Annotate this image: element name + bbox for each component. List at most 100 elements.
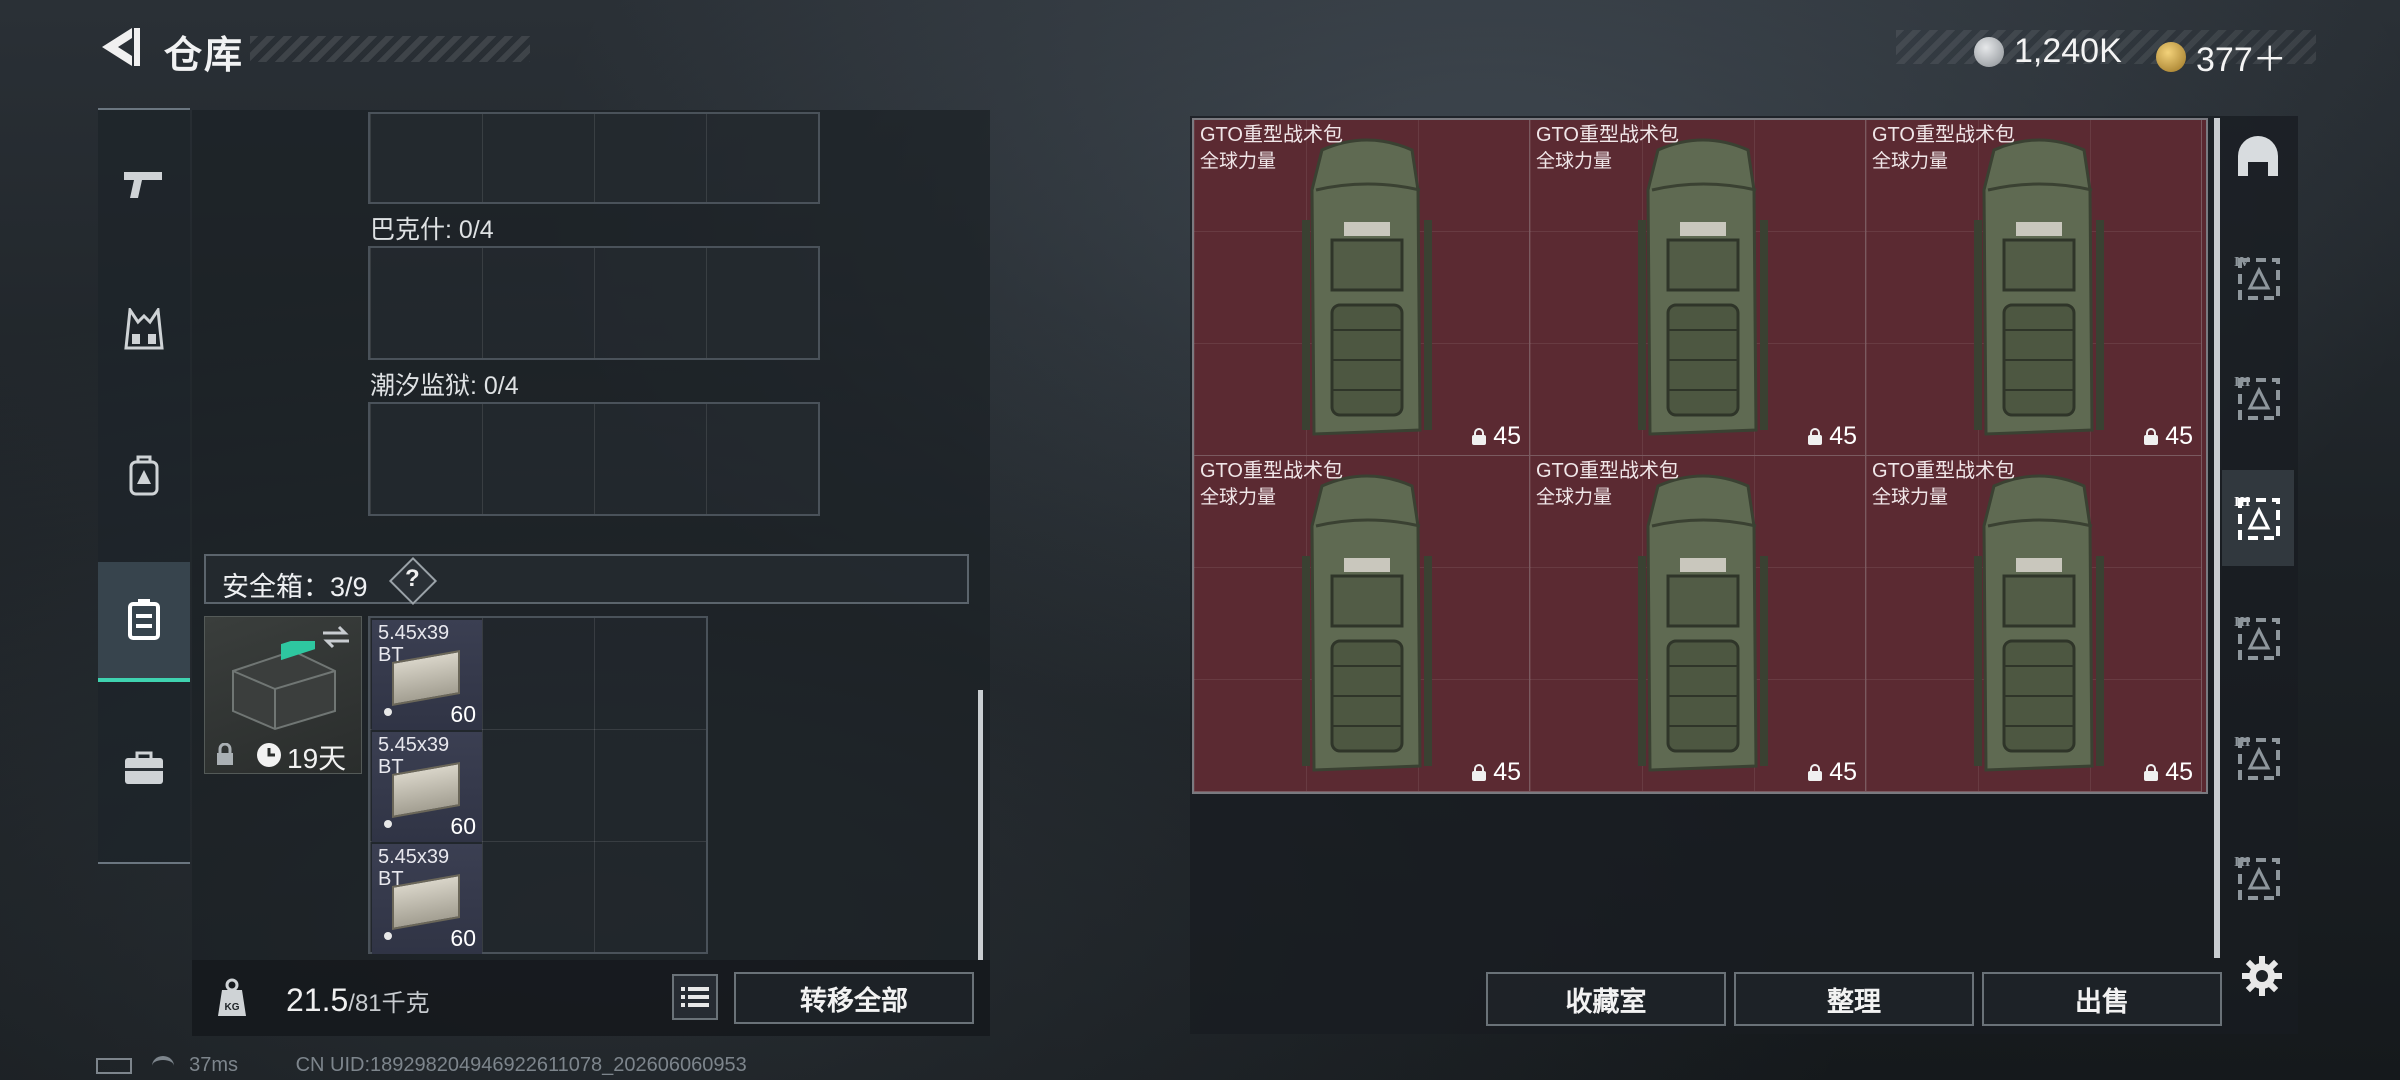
safebox-grid[interactable]: 5.45x39 BT 60 5.45x39 BT 60 5.45x39 BT 60 <box>368 616 708 954</box>
tier-numeral: III <box>2234 495 2250 510</box>
settings-gear-icon[interactable] <box>2240 954 2284 998</box>
collection-room-button[interactable]: 收藏室 <box>1486 972 1726 1026</box>
container-tier-icon: III <box>2234 495 2280 540</box>
ammo-type: BT <box>378 756 404 778</box>
stash-item-backpack[interactable]: GTO重型战术包 全球力量 45 <box>1530 456 1866 792</box>
stash-item-backpack[interactable]: GTO重型战术包 全球力量 45 <box>1866 456 2202 792</box>
lock-icon <box>217 743 233 765</box>
container-label-bakshi: 巴克什: 0/4 <box>370 216 494 244</box>
stash-tab-5[interactable]: III <box>2222 590 2294 686</box>
safebox-capacity: 安全箱：3/9 <box>222 572 368 602</box>
rarity-dot <box>384 708 392 716</box>
help-mark: ? <box>405 565 420 592</box>
capacity-value: 45 <box>1829 422 1857 450</box>
capacity-value: 45 <box>1829 758 1857 786</box>
gold-coin-icon <box>2156 41 2186 72</box>
stash-item-backpack[interactable]: GTO重型战术包 全球力量 45 <box>1530 120 1866 456</box>
sidebar-item-vests[interactable] <box>98 270 190 390</box>
ammo-caliber: 5.45x39 <box>378 846 450 868</box>
stash-tab-6[interactable]: III <box>2222 710 2294 806</box>
weight-icon: KG <box>218 978 246 1016</box>
weight-current: 21.5 <box>286 982 349 1018</box>
item-name: GTO重型战术包 <box>1200 460 1343 482</box>
stash-tab-7[interactable]: III <box>2222 830 2294 926</box>
stash-item-backpack[interactable]: GTO重型战术包 全球力量 45 <box>1194 120 1530 456</box>
tier-numeral: III <box>2234 375 2250 390</box>
silver-coin-icon <box>1974 36 2004 67</box>
backpack-image <box>1974 138 2104 436</box>
swap-icon[interactable] <box>321 625 351 649</box>
category-sidebar <box>98 108 190 864</box>
item-name: GTO重型战术包 <box>1536 124 1679 146</box>
ammo-name: 5.45x39 BT <box>378 734 449 778</box>
helmet-icon <box>2238 136 2278 176</box>
sidebar-item-safebox[interactable] <box>98 562 190 682</box>
item-faction: 全球力量 <box>1200 487 1277 508</box>
item-capacity: 45 <box>2143 422 2193 451</box>
svg-text:KG: KG <box>225 1002 240 1013</box>
sell-button[interactable]: 出售 <box>1982 972 2222 1026</box>
gold-currency[interactable]: 377＋ <box>2156 32 2287 81</box>
capacity-icon <box>1808 427 1823 445</box>
inventory-scrollbar[interactable] <box>978 690 983 960</box>
container-grid-bakshi[interactable] <box>368 246 820 360</box>
organize-button[interactable]: 整理 <box>1734 972 1974 1026</box>
container-grid-tide-prison[interactable] <box>368 402 820 516</box>
ammo-item[interactable]: 5.45x39 BT 60 <box>372 732 482 842</box>
safebox-duration: 19天 <box>287 743 347 774</box>
ammo-name: 5.45x39 BT <box>378 846 449 890</box>
stash-tab-3[interactable]: III <box>2222 350 2294 446</box>
sidebar-item-weapons[interactable] <box>98 124 190 244</box>
item-faction: 全球力量 <box>1872 487 1949 508</box>
item-capacity: 45 <box>1471 758 1521 787</box>
stash-item-backpack[interactable]: GTO重型战术包 全球力量 45 <box>1866 120 2202 456</box>
safebox-header: 安全箱：3/9 ? <box>204 554 969 606</box>
tier-numeral: IV <box>2234 255 2250 270</box>
ammo-caliber: 5.45x39 <box>378 622 450 644</box>
list-view-button[interactable] <box>672 974 718 1020</box>
ammo-count: 60 <box>450 925 476 951</box>
stash-grid[interactable]: GTO重型战术包 全球力量 45 GTO重型战术包 全球力量 45 GTO重型战术包 全球力量… <box>1192 118 2208 794</box>
ammo-item[interactable]: 5.45x39 BT 60 <box>372 844 482 954</box>
stash-tab-1[interactable] <box>2222 110 2294 206</box>
item-name: GTO重型战术包 <box>1872 460 2015 482</box>
ammo-type: BT <box>378 644 404 666</box>
stash-tab-2[interactable]: IV <box>2222 230 2294 326</box>
safebox-item[interactable]: 19天 <box>204 616 362 774</box>
briefcase-icon <box>125 751 163 784</box>
ping-readout: 37ms <box>189 1054 239 1076</box>
ammo-type: BT <box>378 868 404 890</box>
stash-item-backpack[interactable]: GTO重型战术包 全球力量 45 <box>1194 456 1530 792</box>
ammo-count: 60 <box>450 701 476 727</box>
stash-tab-4[interactable]: III <box>2222 470 2294 566</box>
list-icon <box>681 987 709 1007</box>
pistol-icon <box>124 172 162 198</box>
item-capacity: 45 <box>1471 422 1521 451</box>
uid-readout: CN UID:1892982049469226110​78_2026060609… <box>295 1054 747 1076</box>
clock-icon <box>257 743 281 767</box>
sidebar-item-cases[interactable] <box>98 708 190 828</box>
container-tier-icon: III <box>2234 615 2280 660</box>
ammo-item[interactable]: 5.45x39 BT 60 <box>372 620 482 730</box>
ammo-caliber: 5.45x39 <box>378 734 450 756</box>
item-faction: 全球力量 <box>1536 151 1613 172</box>
container-grid-top[interactable] <box>368 112 820 204</box>
sidebar-item-backpacks[interactable] <box>98 416 190 536</box>
tier-numeral: III <box>2234 615 2250 630</box>
back-arrow-icon[interactable] <box>96 24 142 70</box>
silver-currency[interactable]: 1,240K <box>1974 32 2122 71</box>
capacity-icon <box>2144 763 2159 781</box>
capacity-value: 45 <box>1493 758 1521 786</box>
backpack-image <box>1638 474 1768 772</box>
title-decoration <box>250 36 530 62</box>
backpack-image <box>1974 474 2104 772</box>
safebox-image <box>232 641 336 731</box>
tier-numeral: III <box>2234 735 2250 750</box>
capacity-icon <box>1808 763 1823 781</box>
container-tier-icon: III <box>2234 855 2280 900</box>
capacity-icon <box>1472 427 1487 445</box>
stash-scrollbar[interactable] <box>2214 118 2220 958</box>
ammo-name: 5.45x39 BT <box>378 622 449 666</box>
item-faction: 全球力量 <box>1872 151 1949 172</box>
transfer-all-button[interactable]: 转移全部 <box>734 972 974 1024</box>
